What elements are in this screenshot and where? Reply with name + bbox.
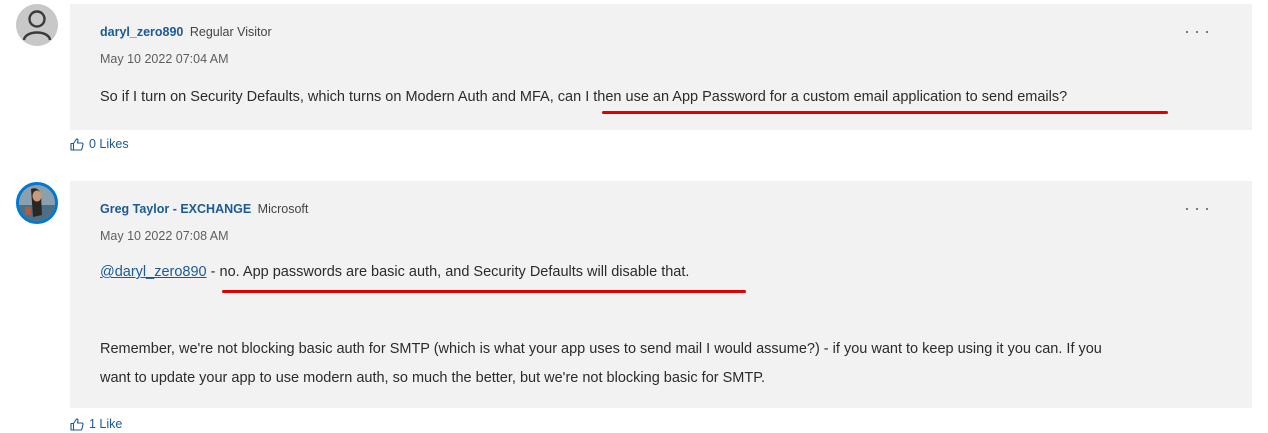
red-underline-annotation (222, 290, 746, 293)
user-avatar[interactable] (16, 4, 58, 46)
post-body-line: Remember, we're not blocking basic auth … (100, 341, 1102, 357)
likes-count: 0 Likes (89, 137, 129, 151)
post-body: So if I turn on Security Defaults, which… (100, 89, 1067, 105)
author-name[interactable]: daryl_zero890 (100, 25, 183, 39)
message-bubble: daryl_zero890 Regular Visitor May 10 202… (70, 4, 1252, 130)
author-line: Greg Taylor - EXCHANGE Microsoft (100, 202, 308, 216)
like-button[interactable]: 0 Likes (70, 137, 129, 151)
author-name[interactable]: Greg Taylor - EXCHANGE (100, 202, 251, 216)
more-options-button[interactable] (1186, 203, 1208, 215)
author-role: Microsoft (257, 202, 309, 216)
message-bubble: Greg Taylor - EXCHANGE Microsoft May 10 … (70, 181, 1252, 408)
like-button[interactable]: 1 Like (70, 417, 122, 431)
post-body: @daryl_zero890 - no. App passwords are b… (100, 264, 689, 280)
post-timestamp: May 10 2022 07:08 AM (100, 229, 229, 243)
thumbs-up-icon (70, 137, 84, 151)
user-silhouette-icon (16, 4, 58, 46)
ellipsis-icon (1186, 31, 1188, 33)
thumbs-up-icon (70, 417, 84, 431)
ellipsis-icon (1186, 208, 1188, 210)
user-avatar[interactable] (16, 182, 58, 224)
author-role: Regular Visitor (189, 25, 272, 39)
body-text: So if I turn on Security Defaults, which… (100, 89, 558, 105)
red-underline-annotation (602, 111, 1168, 114)
more-options-button[interactable] (1186, 26, 1208, 38)
user-mention-link[interactable]: @daryl_zero890 (100, 264, 207, 280)
author-line: daryl_zero890 Regular Visitor (100, 25, 272, 39)
likes-count: 1 Like (89, 417, 123, 431)
profile-photo (19, 185, 55, 221)
highlighted-question: can I then use an App Password for a cus… (557, 89, 1068, 105)
highlighted-answer: - no. App passwords are basic auth, and … (206, 264, 690, 280)
post-timestamp: May 10 2022 07:04 AM (100, 52, 229, 66)
post-body-line: want to update your app to use modern au… (100, 370, 766, 386)
